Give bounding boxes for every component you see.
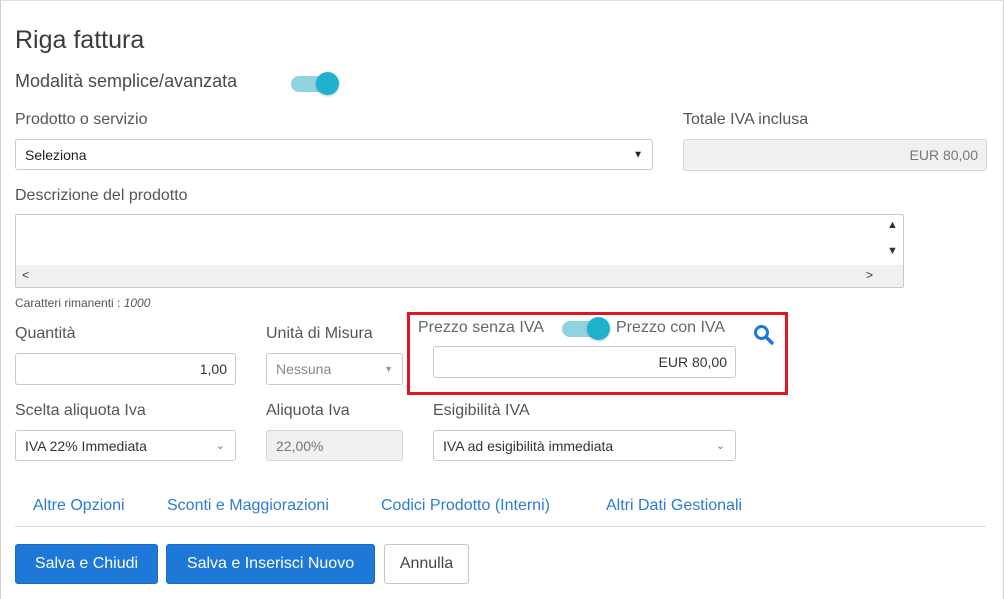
mode-toggle-knob — [316, 72, 339, 95]
product-select-value: Seleziona — [25, 146, 87, 163]
cancel-button[interactable]: Annulla — [384, 544, 469, 584]
tab-altre-opzioni[interactable]: Altre Opzioni — [33, 497, 125, 515]
save-close-button[interactable]: Salva e Chiudi — [15, 544, 158, 584]
total-field: EUR 80,00 — [683, 139, 987, 171]
remaining-chars-label: Caratteri rimanenti : — [15, 296, 124, 310]
vat-collectability-select[interactable]: IVA ad esigibilità immediata ⌄ — [433, 430, 736, 461]
quantity-value: 1,00 — [199, 361, 227, 377]
tabs-divider — [15, 526, 986, 527]
product-label: Prodotto o servizio — [15, 111, 148, 128]
chevron-down-icon: ⌄ — [715, 439, 725, 452]
vat-collectability-label: Esigibilità IVA — [433, 402, 530, 419]
scroll-down-icon[interactable]: ▼ — [887, 245, 898, 257]
caret-down-icon: ▼ — [384, 364, 393, 374]
unit-select[interactable]: Nessuna ▼ — [266, 353, 403, 385]
price-without-vat-label: Prezzo senza IVA — [418, 319, 544, 336]
remaining-chars-value: 1000 — [123, 296, 151, 310]
price-field[interactable]: EUR 80,00 — [433, 346, 736, 378]
quantity-label: Quantità — [15, 325, 76, 342]
total-label: Totale IVA inclusa — [683, 111, 809, 128]
caret-down-icon: ▼ — [633, 149, 643, 160]
vat-choice-value: IVA 22% Immediata — [25, 437, 147, 454]
mode-toggle-label: Modalità semplice/avanzata — [15, 71, 238, 91]
price-value: EUR 80,00 — [658, 354, 727, 370]
description-textarea[interactable]: < > ▲ ▼ — [15, 214, 904, 288]
horizontal-scrollbar[interactable]: < > — [16, 265, 903, 287]
price-vat-toggle-knob — [587, 317, 610, 340]
quantity-field[interactable]: 1,00 — [15, 353, 236, 385]
vat-rate-field: 22,00% — [266, 430, 403, 461]
vat-choice-select[interactable]: IVA 22% Immediata ⌄ — [15, 430, 236, 461]
vertical-scrollbar[interactable]: ▲ ▼ — [883, 215, 903, 265]
vat-rate-value: 22,00% — [276, 437, 324, 454]
mode-toggle[interactable] — [291, 72, 339, 95]
description-label: Descrizione del prodotto — [15, 187, 188, 204]
vat-collectability-value: IVA ad esigibilità immediata — [443, 437, 614, 454]
search-icon[interactable] — [753, 324, 775, 346]
save-new-button[interactable]: Salva e Inserisci Nuovo — [166, 544, 375, 584]
total-value: EUR 80,00 — [909, 147, 978, 163]
vat-choice-label: Scelta aliquota Iva — [15, 402, 146, 419]
vat-rate-label: Aliquota Iva — [266, 402, 350, 419]
price-vat-toggle[interactable] — [562, 317, 610, 340]
price-with-vat-label: Prezzo con IVA — [616, 319, 726, 336]
dialog-title: Riga fattura — [15, 26, 145, 54]
tab-codici-prodotto[interactable]: Codici Prodotto (Interni) — [381, 497, 550, 515]
scroll-right-icon[interactable]: > — [866, 268, 873, 282]
tab-sconti-maggiorazioni[interactable]: Sconti e Maggiorazioni — [167, 497, 329, 515]
product-select[interactable]: Seleziona ▼ — [15, 139, 653, 170]
unit-label: Unità di Misura — [266, 325, 373, 342]
remaining-chars: Caratteri rimanenti : 1000 — [15, 296, 150, 310]
unit-select-value: Nessuna — [276, 361, 332, 377]
scroll-left-icon[interactable]: < — [22, 268, 29, 282]
scroll-up-icon[interactable]: ▲ — [887, 219, 898, 231]
chevron-down-icon: ⌄ — [215, 439, 225, 452]
tab-altri-dati-gestionali[interactable]: Altri Dati Gestionali — [606, 497, 742, 515]
